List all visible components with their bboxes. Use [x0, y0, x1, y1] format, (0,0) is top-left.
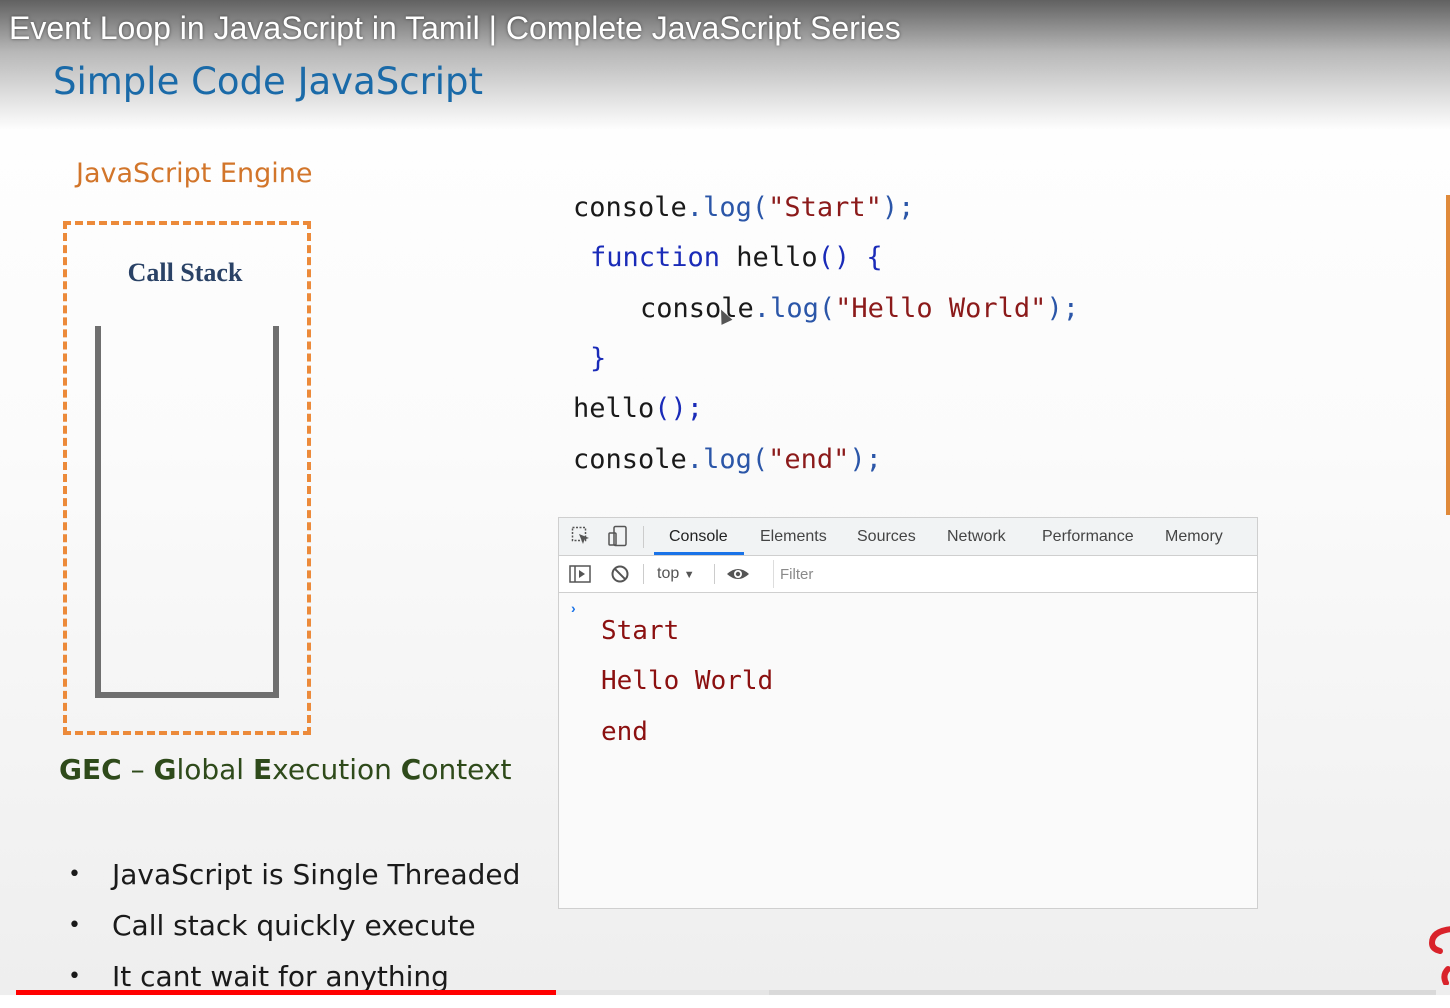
eye-icon[interactable]: [726, 565, 750, 588]
javascript-engine-label: JavaScript Engine: [76, 158, 313, 189]
video-title[interactable]: Event Loop in JavaScript in Tamil | Comp…: [9, 10, 901, 47]
tab-network[interactable]: Network: [947, 528, 1006, 546]
code-token: .: [686, 444, 704, 475]
gec-word-ontext: ontext: [421, 753, 512, 786]
devtools-tab-bar: Console Elements Sources Network Perform…: [559, 518, 1257, 556]
code-token: .: [686, 192, 704, 223]
call-stack-container: [95, 326, 279, 698]
code-token: log: [703, 192, 752, 223]
inspect-element-icon[interactable]: [571, 526, 591, 551]
gec-abbr: GEC: [59, 753, 122, 786]
console-toolbar: top ▼: [559, 556, 1262, 593]
bullet-dot: •: [68, 913, 81, 938]
code-token: );: [1046, 293, 1079, 324]
bullet-item: • Call stack quickly execute: [63, 906, 520, 957]
video-progress-bar[interactable]: [16, 990, 1436, 995]
bullet-dot: •: [68, 862, 81, 887]
code-token: hello: [720, 242, 818, 273]
code-line-6: console.log("end");: [573, 444, 882, 475]
tab-performance[interactable]: Performance: [1042, 528, 1134, 546]
code-token: hello: [573, 393, 655, 424]
code-token: (: [751, 444, 769, 475]
filter-input[interactable]: [773, 560, 1262, 588]
slide-edge-accent: [1446, 195, 1450, 515]
gec-letter-e: E: [253, 753, 273, 786]
tab-memory[interactable]: Memory: [1165, 528, 1223, 546]
code-token: log: [703, 444, 752, 475]
code-token: console: [640, 293, 754, 324]
code-string: "Start": [768, 192, 882, 223]
bullet-list: • JavaScript is Single Threaded • Call sta…: [63, 855, 520, 1008]
device-toggle-icon[interactable]: [607, 525, 629, 552]
code-token: {: [850, 242, 883, 273]
code-token: ();: [654, 393, 704, 424]
code-line-5: hello();: [573, 393, 703, 424]
context-selector[interactable]: top ▼: [657, 565, 695, 583]
code-string: "end": [768, 444, 850, 475]
chevron-down-icon: ▼: [683, 569, 695, 581]
code-keyword: function: [590, 242, 721, 273]
code-line-3: console.log("Hello World");: [640, 293, 1079, 324]
code-token: }: [590, 343, 607, 374]
code-token: .: [753, 293, 771, 324]
console-output-line: end: [601, 717, 648, 747]
clear-console-icon[interactable]: [610, 564, 630, 589]
bullet-item: • It cant wait for anything: [63, 957, 520, 1008]
gec-dash: –: [130, 753, 145, 786]
devtools-panel: Console Elements Sources Network Perform…: [558, 517, 1262, 909]
tab-separator: [643, 526, 644, 548]
code-line-1: console.log("Start");: [573, 192, 914, 223]
call-stack-label: Call Stack: [127, 258, 243, 287]
tab-console[interactable]: Console: [669, 528, 728, 546]
code-token: (: [751, 192, 769, 223]
console-output-line: Hello World: [601, 666, 774, 696]
context-value: top: [657, 565, 680, 582]
bullet-text: Call stack quickly execute: [112, 909, 476, 942]
tab-elements[interactable]: Elements: [760, 528, 827, 546]
bullet-item: • JavaScript is Single Threaded: [63, 855, 520, 906]
code-token: (): [817, 242, 851, 273]
code-token: log: [770, 293, 819, 324]
console-output-line: Start: [601, 616, 680, 646]
code-token: );: [881, 192, 915, 223]
gec-word-lobal: lobal: [176, 753, 245, 786]
bullet-text: JavaScript is Single Threaded: [112, 858, 521, 891]
tab-sources[interactable]: Sources: [857, 528, 916, 546]
toolbar-separator: [643, 564, 644, 584]
code-token: console: [573, 192, 687, 223]
gec-letter-g: G: [153, 753, 177, 786]
gec-definition: GEC – Global Execution Context: [59, 753, 511, 786]
active-tab-indicator: [654, 552, 744, 555]
toolbar-separator: [714, 564, 715, 584]
gec-word-xecution: xecution: [272, 753, 392, 786]
code-line-4: }: [590, 343, 606, 374]
channel-logo-icon: [1426, 925, 1450, 986]
code-string: "Hello World": [835, 293, 1047, 324]
sidebar-toggle-icon[interactable]: [569, 564, 591, 589]
code-token: console: [573, 444, 687, 475]
code-line-2: function hello() {: [590, 242, 883, 273]
code-token: (: [818, 293, 836, 324]
bullet-text: It cant wait for anything: [112, 960, 449, 993]
slide-title: Simple Code JavaScript: [53, 60, 484, 103]
code-token: );: [849, 444, 882, 475]
gec-letter-c: C: [400, 753, 422, 786]
video-played-bar: [16, 990, 556, 995]
console-prompt-icon: ›: [571, 600, 576, 616]
